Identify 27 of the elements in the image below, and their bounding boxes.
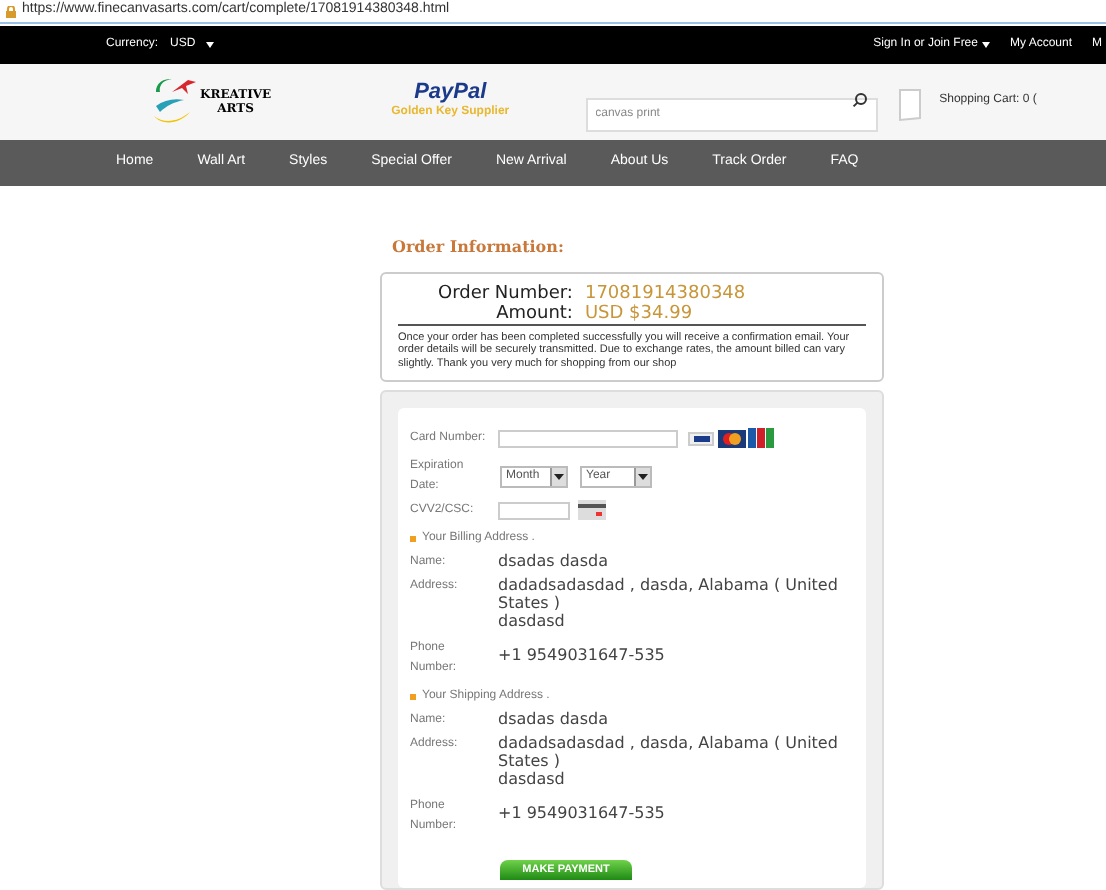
search-icon[interactable] [851,92,868,109]
address-line: dadadsadasdad , dasda, Alabama ( United States ) [498,734,838,770]
caret-icon [550,467,566,485]
caret-icon [205,42,214,49]
card-back-icon [578,500,606,520]
amount-label: Amount: [494,303,573,323]
section-title: Order Information: [392,233,566,257]
card-number-field[interactable] [498,429,678,447]
order-number-value: 17081914380348 [584,283,748,303]
name-value: dsadas dasda [498,552,610,572]
address-line: dasdasd [498,770,567,788]
address-line: dasdasd [498,612,567,630]
amount-value: USD $34.99 [584,303,695,323]
order-number-label: Order Number: [438,283,573,303]
logo-icon [152,75,200,128]
address-line: dadadsadasdad , dasda, Alabama ( United States ) [498,576,838,612]
bullet-icon [410,694,416,700]
phone-value: +1 9549031647-535 [498,802,667,826]
cvv-field[interactable] [498,501,570,519]
mastercard-icon [718,429,746,447]
caret-icon [981,42,990,49]
bullet-icon [410,536,416,542]
phone-value: +1 9549031647-535 [498,644,667,668]
caret-icon [634,467,650,485]
paypal-logo: PayPal [414,80,487,105]
name-value: dsadas dasda [498,710,610,730]
lock-icon [6,5,16,18]
